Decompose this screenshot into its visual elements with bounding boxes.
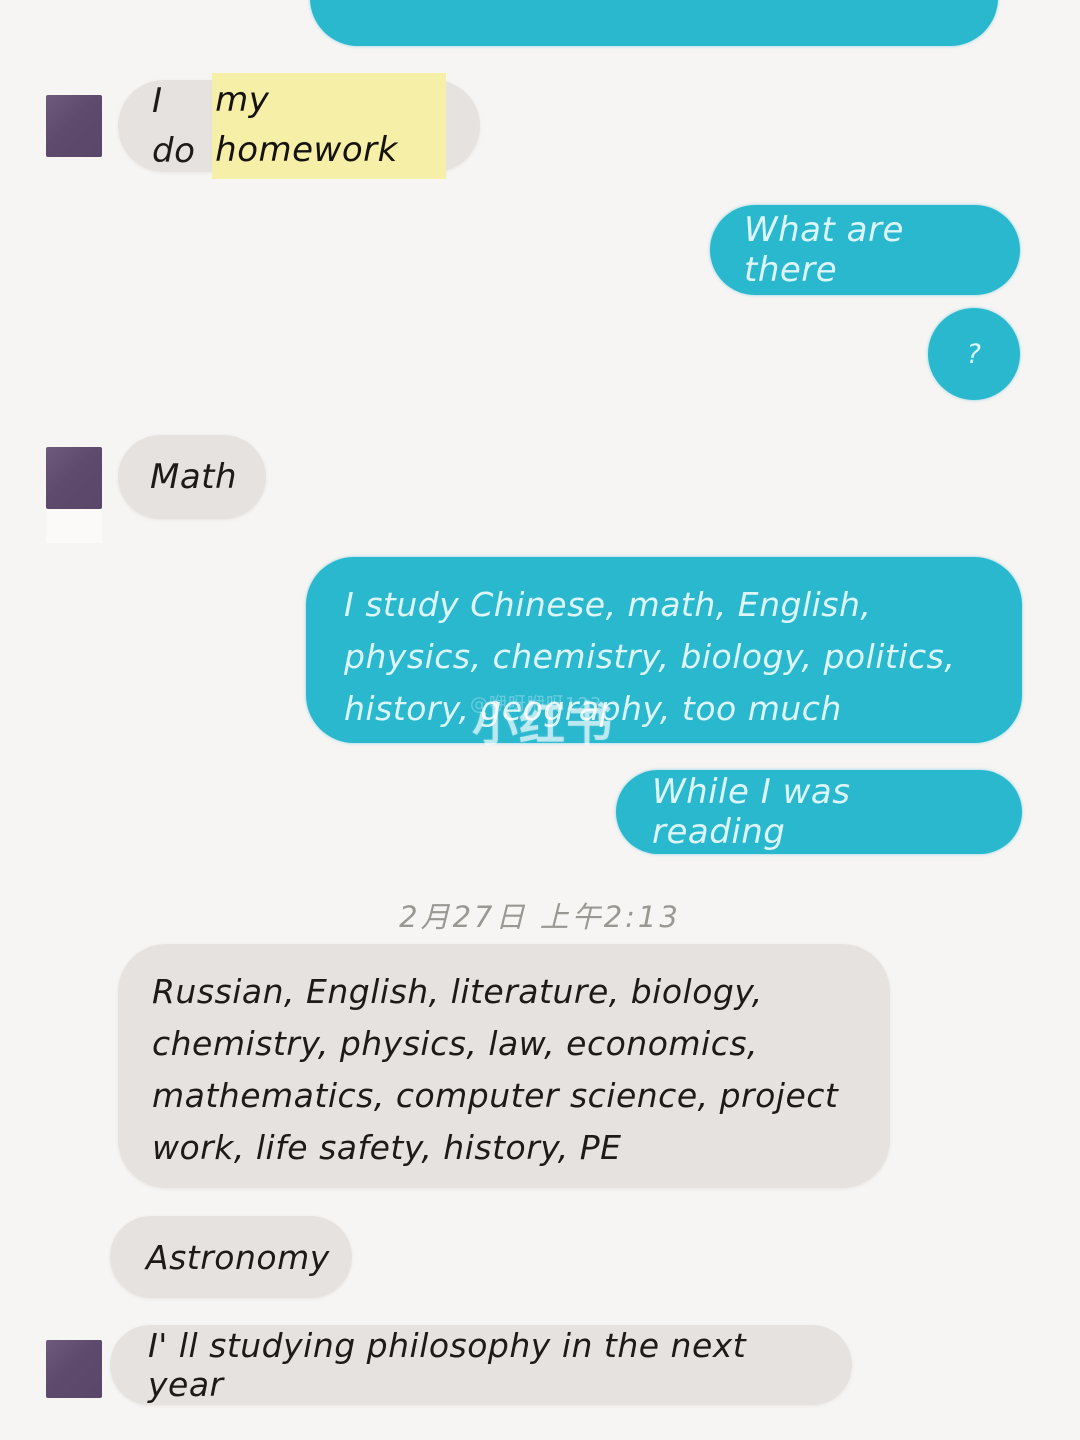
- message-line: I study Chinese, math, English,: [344, 585, 872, 624]
- message-bubble-outgoing-greeting[interactable]: you. What are you doing: [310, 0, 998, 46]
- message-line: Russian, English, literature, biology,: [152, 972, 763, 1011]
- message-text: I' ll studying philosophy in the next ye…: [148, 1326, 747, 1404]
- timestamp-divider: 2月27日 上午2:13: [399, 900, 681, 934]
- message-text-plain: I do: [152, 81, 196, 171]
- message-bubble-outgoing-while-reading[interactable]: While I was reading: [616, 770, 1022, 854]
- message-bubble-incoming-homework[interactable]: I do my homework: [118, 73, 480, 179]
- message-bubble-outgoing-question-mark[interactable]: ?: [928, 308, 1020, 400]
- message-text: Astronomy: [146, 1237, 330, 1277]
- chat-thread: you. What are you doing I do my homework…: [0, 0, 1080, 1440]
- avatar-contact[interactable]: [46, 1340, 102, 1398]
- message-bubble-incoming-astronomy[interactable]: Astronomy: [110, 1216, 352, 1298]
- message-text: Math: [150, 457, 238, 497]
- message-bubble-incoming-math[interactable]: Math: [118, 435, 266, 519]
- message-text: What are there: [744, 210, 904, 290]
- message-bubble-outgoing-subject-list[interactable]: I study Chinese, math, English, physics,…: [306, 557, 1022, 743]
- message-text: you. What are you doing: [350, 0, 958, 6]
- message-line: chemistry, physics, law, economics,: [152, 1024, 759, 1063]
- message-bubble-outgoing-what-are-there[interactable]: What are there: [710, 205, 1020, 295]
- message-text: ?: [966, 338, 982, 370]
- message-line: history, geography, too much: [344, 689, 842, 728]
- avatar-contact[interactable]: [46, 447, 102, 509]
- message-line: mathematics, computer science, project: [152, 1076, 839, 1115]
- avatar-contact[interactable]: [46, 95, 102, 157]
- message-text-highlighted: my homework: [212, 73, 446, 179]
- message-text: While I was reading: [652, 772, 851, 852]
- message-bubble-incoming-subject-list[interactable]: Russian, English, literature, biology, c…: [118, 944, 890, 1188]
- message-line: work, life safety, history, PE: [152, 1128, 622, 1167]
- message-bubble-incoming-philosophy[interactable]: I' ll studying philosophy in the next ye…: [110, 1325, 852, 1405]
- message-line: physics, chemistry, biology, politics,: [344, 637, 956, 676]
